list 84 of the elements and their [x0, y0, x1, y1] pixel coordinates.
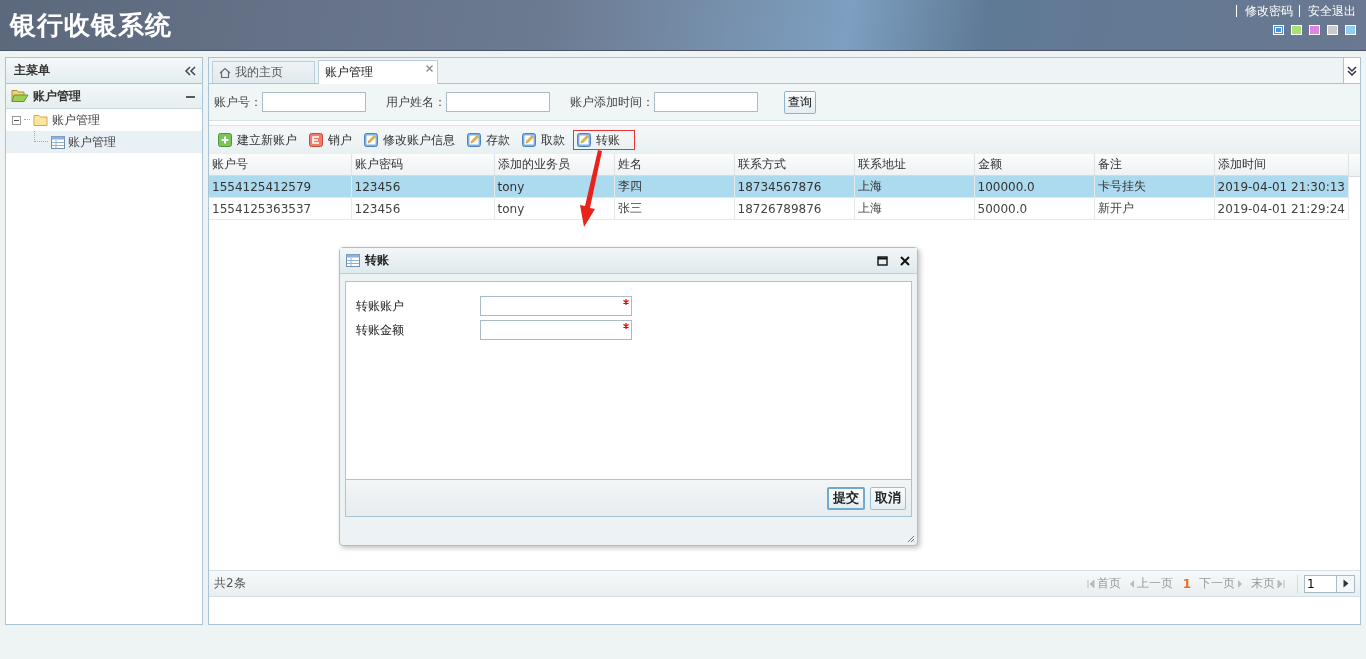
- theme-swatch[interactable]: [1291, 25, 1302, 35]
- first-page-icon: [1086, 578, 1095, 589]
- column-header[interactable]: 账户号: [209, 154, 351, 176]
- table-cell: 新开户: [1094, 197, 1214, 220]
- theme-swatch[interactable]: [1273, 25, 1284, 35]
- next-icon: [1237, 578, 1243, 589]
- field-label: 用户姓名：: [386, 93, 446, 111]
- dialog-button[interactable]: 提交: [827, 486, 865, 510]
- field-label: 账户添加时间：: [570, 93, 654, 111]
- field-label: 转账金额: [356, 321, 405, 339]
- collapse-icon[interactable]: [184, 65, 196, 76]
- toolbar-button[interactable]: 建立新账户: [214, 130, 301, 150]
- table-cell: 1554125412579: [209, 175, 351, 198]
- play-icon: [1342, 579, 1349, 588]
- home-icon: [219, 66, 231, 79]
- edit-icon: [364, 133, 378, 147]
- total-count: 共2条: [214, 575, 246, 592]
- theme-swatch[interactable]: [1309, 25, 1320, 35]
- chevron-down-icon[interactable]: [1347, 65, 1357, 76]
- column-header[interactable]: 金额: [974, 154, 1094, 176]
- accordion-title[interactable]: 账户管理: [33, 87, 81, 105]
- tree-item-row[interactable]: 账户管理: [6, 131, 202, 153]
- column-header[interactable]: 账户密码: [351, 154, 494, 176]
- input-field[interactable]: [480, 320, 632, 340]
- header-link[interactable]: 修改密码: [1236, 5, 1293, 17]
- toolbar-button[interactable]: 存款: [463, 130, 514, 150]
- page-number-field[interactable]: 1: [1304, 574, 1337, 593]
- column-header[interactable]: 姓名: [614, 154, 734, 176]
- table-cell: 123456: [351, 175, 494, 198]
- table-icon: [51, 135, 65, 149]
- resize-grip-icon[interactable]: [908, 536, 915, 543]
- folder-icon: [11, 88, 29, 104]
- app-title: 银行收银系统: [8, 9, 173, 42]
- table-cell: 1554125363537: [209, 197, 351, 220]
- toolbar-button[interactable]: 销户: [305, 130, 356, 150]
- tab[interactable]: 账户管理: [318, 60, 438, 84]
- tree-item[interactable]: 账户管理: [68, 133, 116, 151]
- edit-icon: [522, 133, 536, 147]
- input-field[interactable]: [654, 92, 758, 112]
- column-header[interactable]: 联系地址: [854, 154, 974, 176]
- last-page-icon: [1277, 578, 1285, 589]
- menu-title: 主菜单: [14, 62, 50, 79]
- input-field[interactable]: [480, 296, 632, 316]
- tree-item[interactable]: 账户管理: [52, 111, 100, 129]
- table-cell: 123456: [351, 197, 494, 220]
- search-button[interactable]: 查询: [784, 90, 816, 114]
- table-cell: 张三: [614, 197, 734, 220]
- dialog-title: 转账: [365, 252, 389, 269]
- edit-icon: [577, 133, 591, 147]
- go-button[interactable]: [1337, 574, 1355, 593]
- table-icon: [346, 254, 360, 267]
- toolbar-button[interactable]: 取款: [518, 130, 569, 150]
- column-header[interactable]: 联系方式: [734, 154, 854, 176]
- edit-icon: [467, 133, 481, 147]
- table-cell: 18726789876: [734, 197, 854, 220]
- remove-icon: [309, 133, 323, 147]
- tab-label[interactable]: 我的主页: [235, 64, 283, 81]
- tab[interactable]: 我的主页: [212, 61, 315, 83]
- add-icon: [218, 133, 232, 147]
- header-link[interactable]: 安全退出: [1299, 5, 1356, 17]
- tab-label[interactable]: 账户管理: [325, 64, 373, 81]
- previous-icon: [1128, 578, 1135, 589]
- close-icon[interactable]: [899, 254, 911, 267]
- dialog-button[interactable]: 取消: [870, 486, 906, 510]
- column-header[interactable]: 备注: [1094, 154, 1214, 176]
- column-header[interactable]: 添加的业务员: [494, 154, 614, 176]
- maximize-icon[interactable]: [877, 255, 888, 266]
- folder-icon: [33, 113, 49, 127]
- field-label: 转账账户: [356, 297, 405, 315]
- current-page: 1: [1182, 576, 1191, 591]
- field-label: 账户号：: [214, 93, 262, 111]
- column-header[interactable]: 添加时间: [1214, 154, 1349, 176]
- table-row[interactable]: 1554125412579 123456 tony 李四 18734567876 上海 100000.0 卡号挂失 2019-04-01 21:30:13: [209, 175, 1349, 198]
- toolbar-button[interactable]: 修改账户信息: [360, 130, 459, 150]
- theme-swatch[interactable]: [1345, 25, 1356, 35]
- input-field[interactable]: [262, 92, 366, 112]
- table-cell: 2019-04-01 21:30:13: [1214, 175, 1349, 198]
- theme-swatch[interactable]: [1327, 25, 1338, 35]
- collapse-toggle[interactable]: [12, 115, 21, 125]
- table-cell: 50000.0: [974, 197, 1094, 220]
- table-cell: 上海: [854, 197, 974, 220]
- table-cell: 2019-04-01 21:29:24: [1214, 197, 1349, 220]
- input-field[interactable]: [446, 92, 550, 112]
- toolbar-button[interactable]: 转账: [573, 130, 635, 150]
